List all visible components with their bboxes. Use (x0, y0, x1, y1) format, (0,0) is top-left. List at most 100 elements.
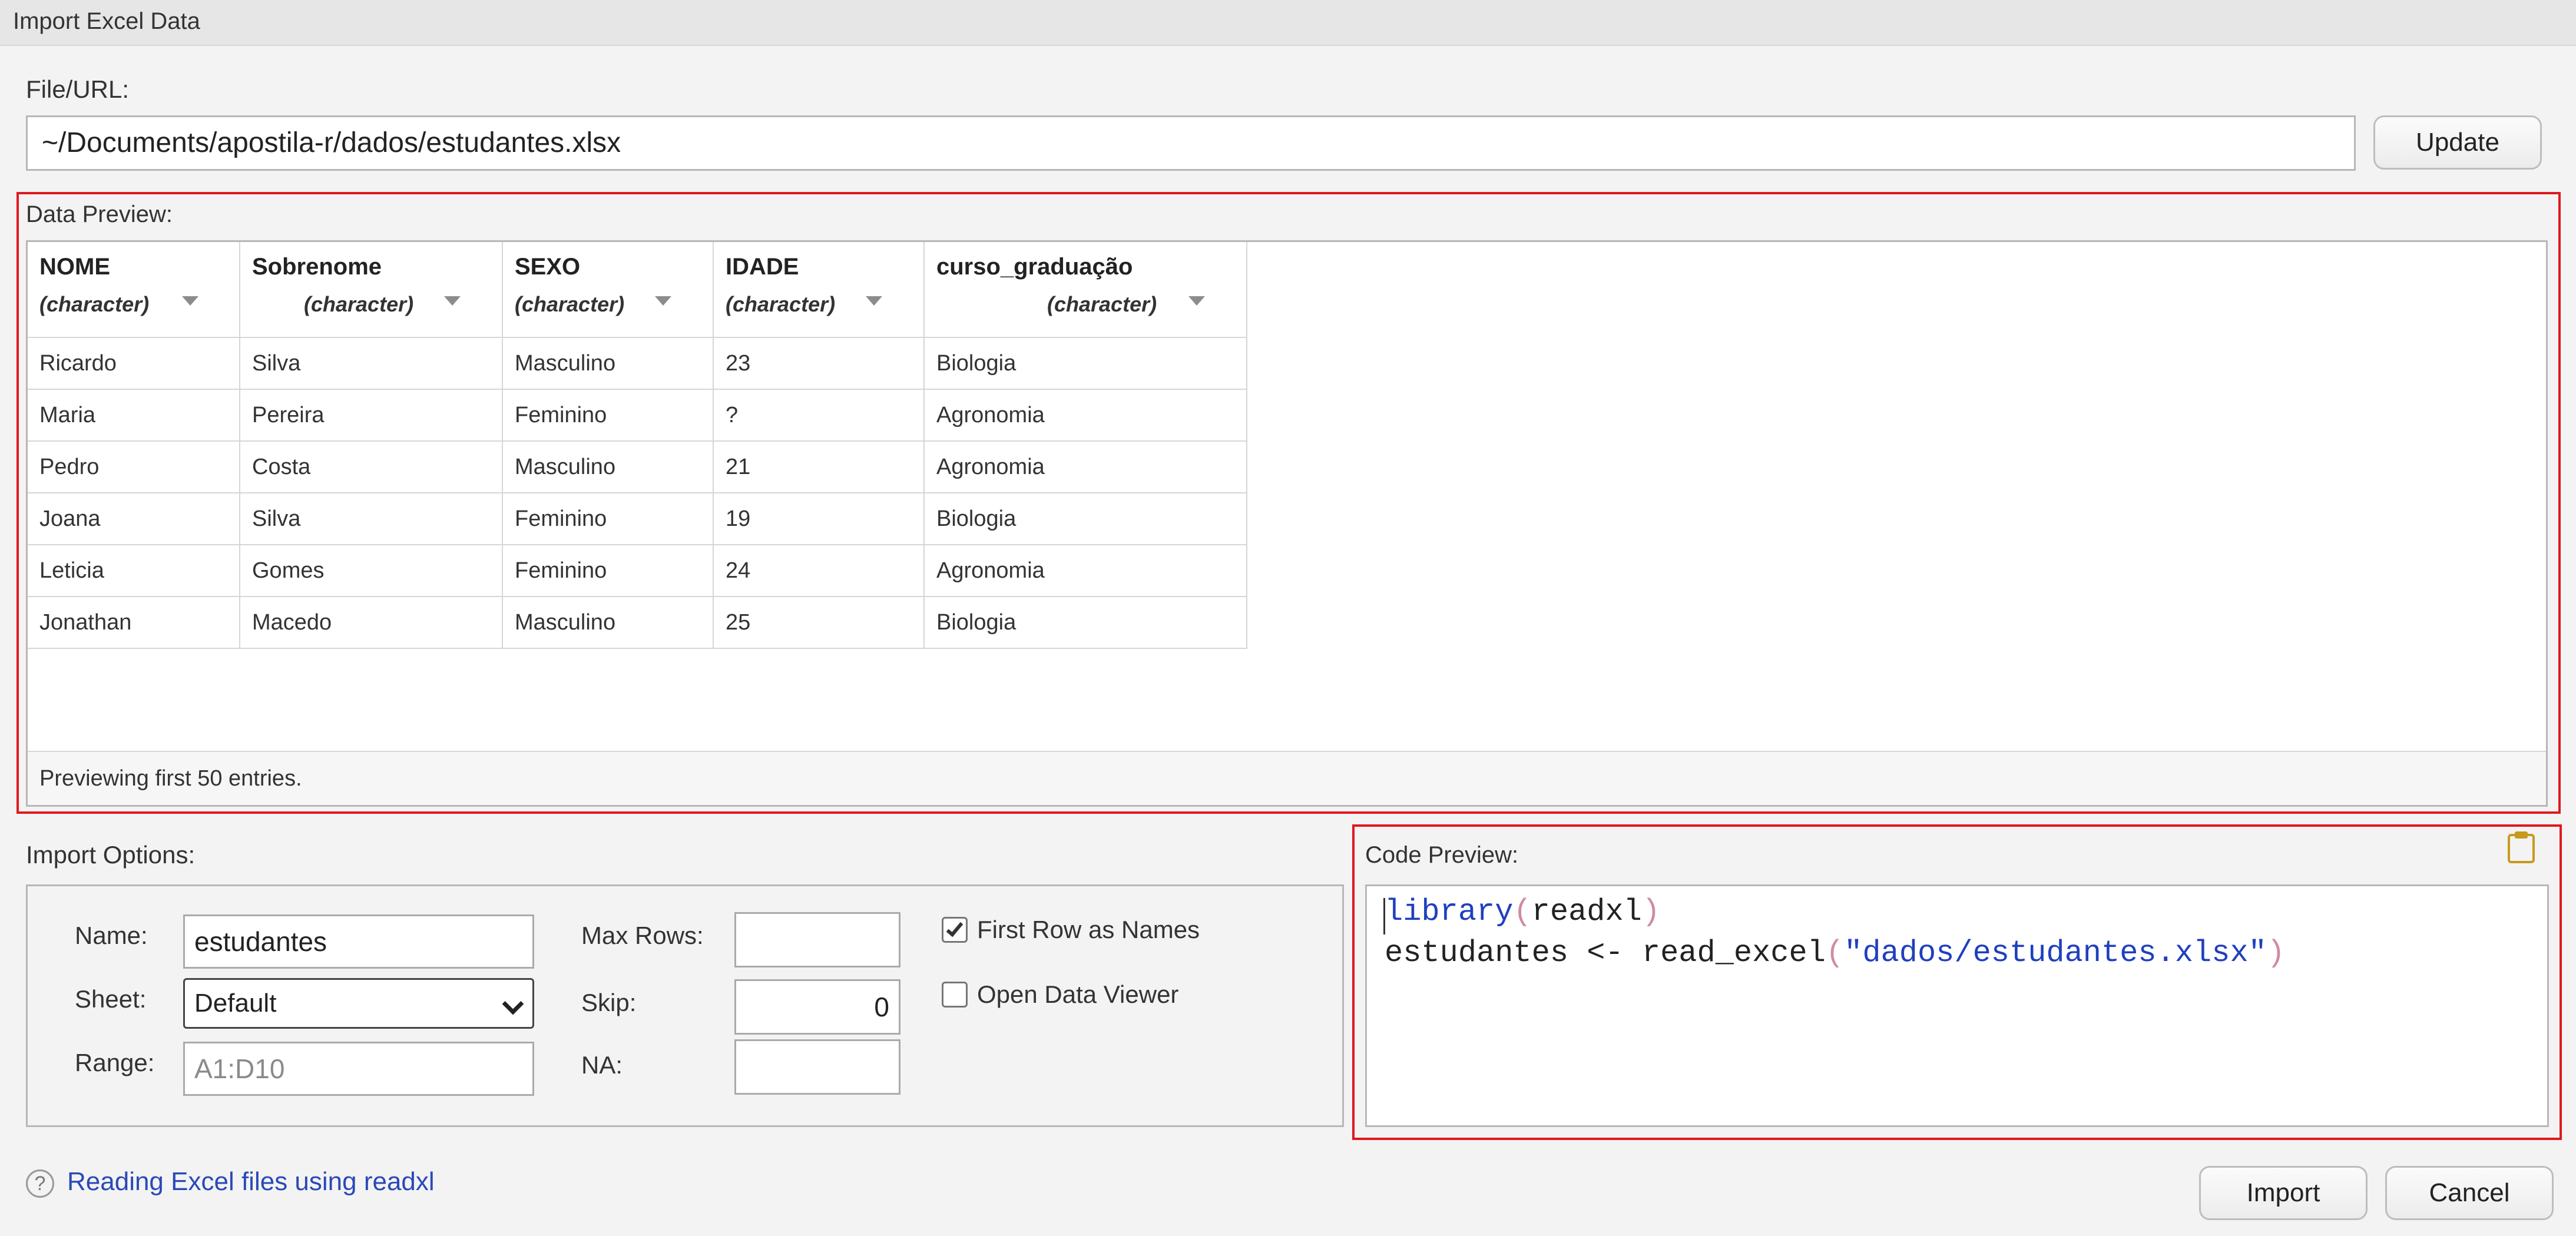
table-cell: Agronomia (923, 440, 1247, 493)
column-name: IDADE (726, 254, 799, 280)
column-name: curso_graduação (936, 254, 1133, 280)
table-cell: Masculino (502, 440, 714, 493)
code-preview-label: Code Preview: (1365, 842, 1519, 868)
column-header-sobrenome[interactable]: Sobrenome (character) (239, 242, 503, 338)
data-preview-label: Data Preview: (26, 201, 173, 227)
code-paren: ) (1641, 894, 1661, 929)
column-type: (character) (726, 292, 836, 316)
table-cell: Ricardo (28, 337, 240, 390)
table-header-row: NOME (character) Sobrenome (character) S… (28, 242, 1247, 338)
clipboard-icon[interactable] (2507, 830, 2536, 863)
help-link[interactable]: Reading Excel files using readxl (67, 1167, 435, 1197)
name-label: Name: (75, 922, 148, 949)
column-header-sexo[interactable]: SEXO (character) (502, 242, 714, 338)
table-cell: 21 (713, 440, 925, 493)
data-preview-grid: NOME (character) Sobrenome (character) S… (26, 240, 2548, 807)
max-rows-label: Max Rows: (581, 922, 704, 949)
update-button[interactable]: Update (2373, 115, 2542, 170)
column-header-curso-graduacao[interactable]: curso_graduação (character) (923, 242, 1247, 338)
code-line-2: estudantes <- read_excel("dados/estudant… (1385, 936, 2285, 970)
name-input[interactable]: estudantes (183, 914, 534, 969)
table-cell: 25 (713, 596, 925, 649)
column-name: NOME (39, 254, 110, 280)
sort-caret-icon[interactable] (866, 296, 882, 306)
table-cell: Gomes (239, 544, 503, 597)
data-table: NOME (character) Sobrenome (character) S… (28, 242, 1247, 649)
open-data-viewer-label: Open Data Viewer (977, 980, 1179, 1008)
table-cell: Joana (28, 492, 240, 545)
table-cell: 23 (713, 337, 925, 390)
column-type: (character) (39, 292, 150, 316)
file-url-input[interactable]: ~/Documents/apostila-r/dados/estudantes.… (26, 115, 2356, 171)
table-row: Ricardo Silva Masculino 23 Biologia (28, 337, 1247, 390)
file-url-label: File/URL: (26, 75, 130, 103)
column-name: Sobrenome (252, 254, 382, 280)
chevron-down-icon (502, 993, 524, 1015)
table-row: Joana Silva Feminino 19 Biologia (28, 492, 1247, 545)
table-cell: Feminino (502, 544, 714, 597)
import-button[interactable]: Import (2199, 1166, 2368, 1220)
column-header-nome[interactable]: NOME (character) (28, 242, 240, 338)
table-cell: Pereira (239, 389, 503, 442)
table-row: Jonathan Macedo Masculino 25 Biologia (28, 596, 1247, 649)
code-function: library (1385, 894, 1514, 929)
table-cell: Macedo (239, 596, 503, 649)
table-cell: ? (713, 389, 925, 442)
table-row: Leticia Gomes Feminino 24 Agronomia (28, 544, 1247, 597)
sort-caret-icon[interactable] (182, 296, 198, 306)
code-line-1: library(readxl) (1385, 894, 1660, 929)
preview-footer: Previewing first 50 entries. (28, 751, 2546, 805)
table-cell: Masculino (502, 337, 714, 390)
table-cell: Masculino (502, 596, 714, 649)
window-title: Import Excel Data (13, 8, 200, 34)
table-cell: Maria (28, 389, 240, 442)
sheet-selected-value: Default (194, 989, 277, 1018)
table-row: Pedro Costa Masculino 21 Agronomia (28, 440, 1247, 493)
table-row: Maria Pereira Feminino ? Agronomia (28, 389, 1247, 442)
code-argument: readxl (1531, 894, 1642, 929)
skip-label: Skip: (581, 989, 637, 1016)
code-paren: ) (2266, 936, 2286, 970)
table-cell: Leticia (28, 544, 240, 597)
column-name: SEXO (515, 254, 581, 280)
table-cell: Jonathan (28, 596, 240, 649)
code-paren: ( (1825, 936, 1845, 970)
code-string: "dados/estudantes.xlsx" (1844, 936, 2267, 970)
table-cell: Costa (239, 440, 503, 493)
table-cell: 19 (713, 492, 925, 545)
table-cell: Feminino (502, 389, 714, 442)
code-paren: ( (1513, 894, 1532, 929)
range-input[interactable]: A1:D10 (183, 1042, 534, 1096)
table-cell: Pedro (28, 440, 240, 493)
column-header-idade[interactable]: IDADE (character) (713, 242, 925, 338)
sheet-label: Sheet: (75, 985, 147, 1013)
table-cell: Silva (239, 492, 503, 545)
table-cell: Agronomia (923, 544, 1247, 597)
range-label: Range: (75, 1049, 155, 1076)
sort-caret-icon[interactable] (655, 296, 671, 306)
sheet-select[interactable]: Default (183, 978, 534, 1029)
title-bar: Import Excel Data (0, 0, 2576, 46)
cancel-button[interactable]: Cancel (2385, 1166, 2554, 1220)
table-cell: Biologia (923, 492, 1247, 545)
table-cell: Silva (239, 337, 503, 390)
open-data-viewer-checkbox[interactable] (942, 982, 968, 1008)
first-row-as-names-checkbox[interactable] (942, 917, 968, 943)
code-preview-editor[interactable]: library(readxl) estudantes <- read_excel… (1365, 884, 2549, 1127)
sort-caret-icon[interactable] (1188, 296, 1205, 306)
na-input[interactable] (734, 1039, 900, 1095)
column-type: (character) (515, 292, 625, 316)
skip-input[interactable]: 0 (734, 979, 900, 1035)
sort-caret-icon[interactable] (444, 296, 461, 306)
table-cell: Biologia (923, 596, 1247, 649)
max-rows-input[interactable] (734, 912, 900, 967)
checkmark-icon (946, 919, 963, 937)
table-cell: 24 (713, 544, 925, 597)
table-cell: Feminino (502, 492, 714, 545)
first-row-as-names-label: First Row as Names (977, 916, 1200, 943)
table-cell: Agronomia (923, 389, 1247, 442)
import-options-label: Import Options: (26, 841, 196, 869)
code-assignment: estudantes <- read_excel (1385, 936, 1826, 970)
table-cell: Biologia (923, 337, 1247, 390)
help-icon[interactable]: ? (26, 1169, 54, 1198)
